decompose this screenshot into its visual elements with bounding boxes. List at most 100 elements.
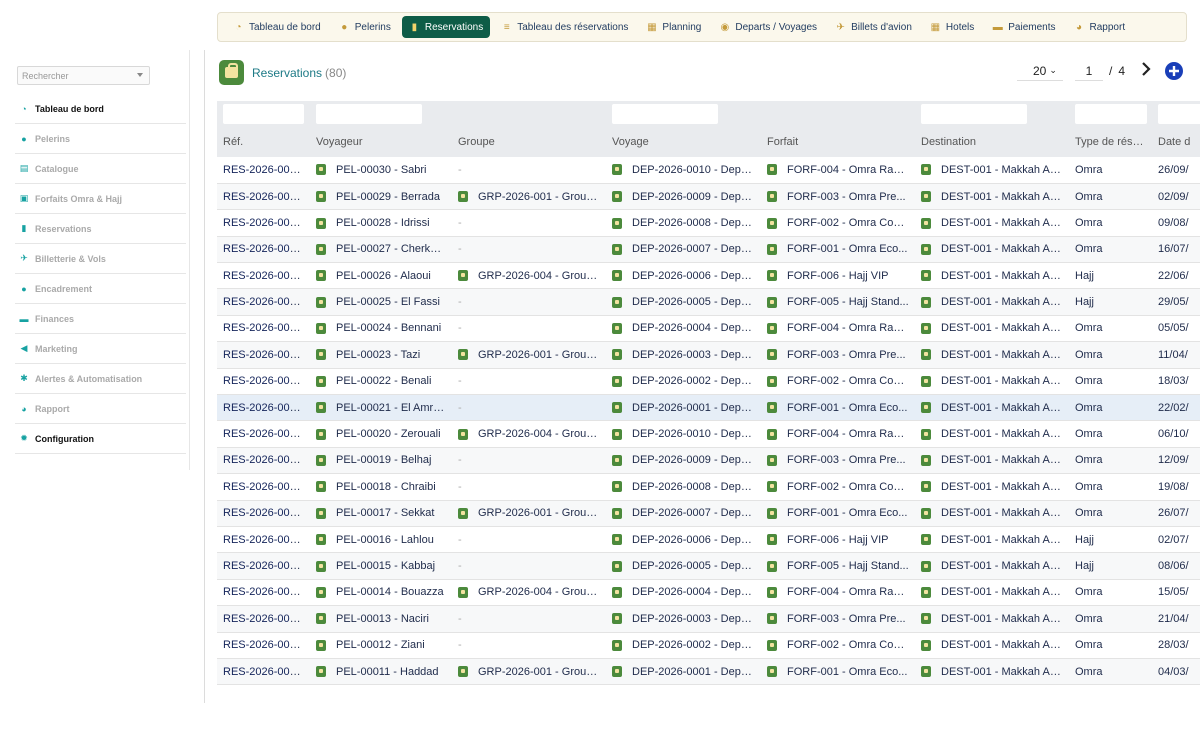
record-link-icon[interactable] xyxy=(316,323,326,335)
sidebar-item-catalogue[interactable]: ▤ Catalogue xyxy=(15,154,186,184)
record-link-icon[interactable] xyxy=(458,586,468,598)
record-link-icon[interactable] xyxy=(767,666,777,678)
page-size-select[interactable]: 20 ⌄ xyxy=(1017,61,1063,81)
record-link-icon[interactable] xyxy=(921,613,931,625)
record-link-icon[interactable] xyxy=(316,613,326,625)
record-link-icon[interactable] xyxy=(921,191,931,203)
sidebar-item-alertes-automatisation[interactable]: ✱ Alertes & Automatisation xyxy=(15,364,186,394)
menu-item-tableau-de-bord[interactable]: ◔ Tableau de bord xyxy=(226,16,328,38)
record-link-icon[interactable] xyxy=(767,586,777,598)
record-link-icon[interactable] xyxy=(767,217,777,229)
table-row[interactable]: RES-2026-00077 PEL-00027 - Cherkaoui - DEP-… xyxy=(217,236,1200,264)
column-filter-input[interactable] xyxy=(316,104,422,124)
table-row[interactable]: RES-2026-00074 PEL-00024 - Bennani - DEP-20… xyxy=(217,315,1200,343)
record-link-icon[interactable] xyxy=(921,164,931,176)
table-row[interactable]: RES-2026-00062 PEL-00012 - Ziani - DEP-2026… xyxy=(217,632,1200,659)
record-link-icon[interactable] xyxy=(316,164,326,176)
add-reservation-button[interactable] xyxy=(1165,62,1183,80)
record-link-icon[interactable] xyxy=(767,164,777,176)
menu-item-rapport[interactable]: ◕ Rapport xyxy=(1067,16,1133,38)
column-header[interactable]: Forfait xyxy=(761,127,915,157)
record-link-icon[interactable] xyxy=(612,455,622,467)
menu-item-paiements[interactable]: ▬ Paiements xyxy=(985,16,1062,38)
record-link-icon[interactable] xyxy=(612,428,622,440)
record-link-icon[interactable] xyxy=(316,217,326,229)
record-link-icon[interactable] xyxy=(767,270,777,282)
table-row[interactable]: RES-2026-00070 PEL-00020 - Zerouali GRP-20… xyxy=(217,420,1200,448)
record-link-icon[interactable] xyxy=(612,164,622,176)
table-row[interactable]: RES-2026-00076 PEL-00026 - Alaoui GRP-2026… xyxy=(217,262,1200,290)
table-row[interactable]: RES-2026-00071 PEL-00021 - El Amrani - DEP-… xyxy=(217,394,1200,422)
record-link-icon[interactable] xyxy=(767,534,777,546)
record-link-icon[interactable] xyxy=(612,270,622,282)
record-link-icon[interactable] xyxy=(458,428,468,440)
record-link-icon[interactable] xyxy=(316,428,326,440)
menu-item-hotels[interactable]: ▦ Hotels xyxy=(923,16,981,38)
record-link-icon[interactable] xyxy=(316,243,326,255)
menu-item-departs-voyages[interactable]: ◉ Departs / Voyages xyxy=(712,16,824,38)
table-row[interactable]: RES-2026-00080 PEL-00030 - Sabri - DEP-2026… xyxy=(217,157,1200,184)
record-link-icon[interactable] xyxy=(316,455,326,467)
record-link-icon[interactable] xyxy=(767,613,777,625)
record-link-icon[interactable] xyxy=(767,349,777,361)
record-link-icon[interactable] xyxy=(612,639,622,651)
column-header[interactable]: Destination xyxy=(915,127,1069,157)
menu-item-reservations[interactable]: ▮ Reservations xyxy=(401,16,491,38)
sidebar-item-tableau-de-bord[interactable]: ◔ Tableau de bord xyxy=(15,94,186,124)
record-link-icon[interactable] xyxy=(316,666,326,678)
record-link-icon[interactable] xyxy=(612,191,622,203)
record-link-icon[interactable] xyxy=(458,270,468,282)
table-row[interactable]: RES-2026-00063 PEL-00013 - Naciri - DEP-202… xyxy=(217,605,1200,633)
table-row[interactable]: RES-2026-00067 PEL-00017 - Sekkat GRP-2026… xyxy=(217,500,1200,527)
table-row[interactable]: RES-2026-00072 PEL-00022 - Benali - DEP-202… xyxy=(217,368,1200,396)
record-link-icon[interactable] xyxy=(767,402,777,414)
record-link-icon[interactable] xyxy=(921,323,931,335)
record-link-icon[interactable] xyxy=(921,296,931,308)
record-link-icon[interactable] xyxy=(767,428,777,440)
column-header[interactable]: Réf. xyxy=(217,127,310,157)
record-link-icon[interactable] xyxy=(316,296,326,308)
column-filter-input[interactable] xyxy=(223,104,304,124)
table-row[interactable]: RES-2026-00069 PEL-00019 - Belhaj - DEP-202… xyxy=(217,447,1200,475)
record-link-icon[interactable] xyxy=(612,323,622,335)
table-row[interactable]: RES-2026-00079 PEL-00029 - Berrada GRP-202… xyxy=(217,183,1200,211)
column-header[interactable]: Voyage xyxy=(606,127,761,157)
table-row[interactable]: RES-2026-00073 PEL-00023 - Tazi GRP-2026-0… xyxy=(217,341,1200,369)
record-link-icon[interactable] xyxy=(921,243,931,255)
record-link-icon[interactable] xyxy=(921,402,931,414)
sidebar-item-reservations[interactable]: ▮ Reservations xyxy=(15,214,186,244)
record-link-icon[interactable] xyxy=(612,296,622,308)
menu-item-pelerins[interactable]: ● Pelerins xyxy=(332,16,398,38)
record-link-icon[interactable] xyxy=(921,428,931,440)
record-link-icon[interactable] xyxy=(612,507,622,519)
record-link-icon[interactable] xyxy=(767,243,777,255)
record-link-icon[interactable] xyxy=(612,402,622,414)
record-link-icon[interactable] xyxy=(612,586,622,598)
record-link-icon[interactable] xyxy=(612,375,622,387)
current-page-input[interactable]: 1 xyxy=(1075,61,1103,81)
record-link-icon[interactable] xyxy=(316,402,326,414)
record-link-icon[interactable] xyxy=(921,507,931,519)
table-row[interactable]: RES-2026-00066 PEL-00016 - Lahlou - DEP-202… xyxy=(217,526,1200,554)
column-filter-input[interactable] xyxy=(1075,104,1147,124)
record-link-icon[interactable] xyxy=(316,349,326,361)
sidebar-item-encadrement[interactable]: ● Encadrement xyxy=(15,274,186,304)
record-link-icon[interactable] xyxy=(612,349,622,361)
table-row[interactable]: RES-2026-00065 PEL-00015 - Kabbaj - DEP-202… xyxy=(217,552,1200,580)
sidebar-item-finances[interactable]: ▬ Finances xyxy=(15,304,186,334)
record-link-icon[interactable] xyxy=(921,217,931,229)
column-header[interactable]: Date d xyxy=(1152,127,1200,157)
record-link-icon[interactable] xyxy=(458,507,468,519)
table-row[interactable]: RES-2026-00078 PEL-00028 - Idrissi - DEP-20… xyxy=(217,209,1200,237)
record-link-icon[interactable] xyxy=(921,270,931,282)
record-link-icon[interactable] xyxy=(316,560,326,572)
sidebar-item-pelerins[interactable]: ● Pelerins xyxy=(15,124,186,154)
record-link-icon[interactable] xyxy=(767,296,777,308)
column-filter-input[interactable] xyxy=(921,104,1027,124)
column-filter-input[interactable] xyxy=(1158,104,1200,124)
record-link-icon[interactable] xyxy=(767,455,777,467)
table-row[interactable]: RES-2026-00061 PEL-00011 - Haddad GRP-2026… xyxy=(217,658,1200,686)
record-link-icon[interactable] xyxy=(921,375,931,387)
record-link-icon[interactable] xyxy=(316,586,326,598)
column-header[interactable]: Voyageur xyxy=(310,127,452,157)
